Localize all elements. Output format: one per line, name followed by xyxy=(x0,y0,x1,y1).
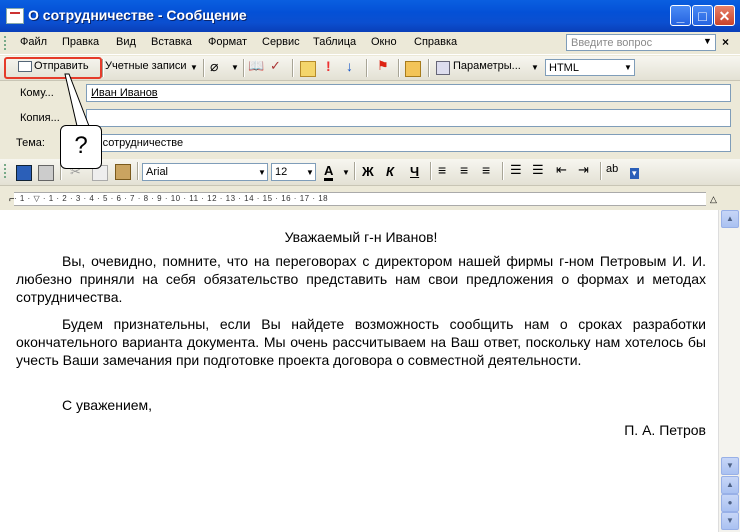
address-fields: Кому... Иван Иванов Копия... Тема: О сот… xyxy=(0,82,740,157)
subject-label: Тема: xyxy=(16,137,45,149)
toolbar-separator xyxy=(137,162,139,180)
options-icon[interactable] xyxy=(300,61,316,77)
message-format-select[interactable]: HTML xyxy=(545,59,635,76)
subject-field[interactable]: О сотрудничестве xyxy=(86,134,731,152)
vertical-scrollbar[interactable]: ▲ ▼ ▲ ● ▼ xyxy=(718,210,740,532)
address-book-icon[interactable]: 📖 xyxy=(248,58,264,74)
ask-question-input[interactable]: Введите вопрос xyxy=(566,34,716,51)
toolbar-grip[interactable] xyxy=(4,164,9,178)
scroll-up-icon[interactable]: ▲ xyxy=(721,210,739,228)
high-importance-icon[interactable]: ! xyxy=(326,58,331,74)
signature: П. А. Петров xyxy=(624,422,706,438)
align-left-icon[interactable]: ≡ xyxy=(438,162,446,178)
menu-edit[interactable]: Правка xyxy=(62,36,99,48)
decrease-indent-icon[interactable]: ⇤ xyxy=(556,162,567,178)
chevron-down-icon[interactable]: ▼ xyxy=(258,168,266,177)
minimize-button[interactable]: _ xyxy=(670,5,691,26)
toolbar-separator xyxy=(203,59,205,77)
chevron-down-icon[interactable]: ▼ xyxy=(190,63,198,72)
browse-object-icon[interactable]: ● xyxy=(721,494,739,512)
title-bar: О сотрудничестве - Сообщение _ □ ✕ xyxy=(0,0,740,32)
toolbar-separator xyxy=(398,59,400,77)
font-color-icon[interactable]: A xyxy=(324,164,334,181)
previous-page-icon[interactable]: ▲ xyxy=(721,476,739,494)
menu-tools[interactable]: Сервис xyxy=(262,36,300,48)
greeting: Уважаемый г-н Иванов! xyxy=(284,229,438,245)
style-icon[interactable]: ab xyxy=(606,163,618,175)
to-button[interactable]: Кому... xyxy=(20,87,54,99)
align-center-icon[interactable]: ≡ xyxy=(460,162,468,178)
menu-grip[interactable] xyxy=(4,36,9,50)
toolbar-separator xyxy=(428,59,430,77)
paragraph-2: Будем признательны, если Вы найдете возм… xyxy=(16,316,706,368)
paste-icon[interactable] xyxy=(115,164,131,180)
chevron-down-icon[interactable]: ▼ xyxy=(531,63,539,72)
scroll-down-icon[interactable]: ▼ xyxy=(721,457,739,475)
message-window: О сотрудничестве - Сообщение _ □ ✕ Файл … xyxy=(0,0,740,532)
menu-bar: Файл Правка Вид Вставка Формат Сервис Та… xyxy=(0,32,740,55)
toolbar-separator xyxy=(600,162,602,180)
bold-button[interactable]: Ж xyxy=(362,164,374,179)
bullet-list-icon[interactable]: ☰ xyxy=(532,162,544,178)
chevron-down-icon[interactable]: ▼ xyxy=(624,63,632,72)
right-indent-icon[interactable]: △ xyxy=(710,194,717,205)
menu-view[interactable]: Вид xyxy=(116,36,136,48)
check-names-icon[interactable]: ✓ xyxy=(270,58,281,74)
menu-file[interactable]: Файл xyxy=(20,36,47,48)
close-button[interactable]: ✕ xyxy=(714,5,735,26)
menu-insert[interactable]: Вставка xyxy=(151,36,192,48)
italic-button[interactable]: К xyxy=(386,164,394,179)
accounts-button[interactable]: Учетные записи xyxy=(105,60,187,72)
print-icon[interactable] xyxy=(38,165,54,181)
help-callout: ? xyxy=(60,125,102,169)
save-icon[interactable] xyxy=(16,165,32,181)
chevron-down-icon[interactable]: ▼ xyxy=(703,36,712,46)
low-importance-icon[interactable]: ↓ xyxy=(346,58,353,74)
paragraph-1: Вы, очевидно, помните, что на переговора… xyxy=(16,253,706,305)
callout-pointer xyxy=(64,73,90,127)
font-name-select[interactable]: Arial xyxy=(142,163,268,181)
toolbar-separator xyxy=(292,59,294,77)
folder-icon[interactable] xyxy=(405,61,421,77)
window-title: О сотрудничестве - Сообщение xyxy=(28,7,247,23)
align-right-icon[interactable]: ≡ xyxy=(482,162,490,178)
toolbar-separator xyxy=(502,162,504,180)
formatting-toolbar: ✂ Arial ▼ 12 ▼ A ▼ Ж К Ч ≡ ≡ ≡ ☰ ☰ ⇤ ⇥ a… xyxy=(0,159,740,186)
attach-icon[interactable]: ⌀ xyxy=(210,58,218,75)
options-button[interactable]: Параметры... xyxy=(453,60,521,72)
to-field[interactable]: Иван Иванов xyxy=(86,84,731,102)
toolbar-separator xyxy=(366,59,368,77)
toolbar-separator xyxy=(243,59,245,77)
toolbar-separator xyxy=(354,162,356,180)
chevron-down-icon[interactable]: ▼ xyxy=(231,63,239,72)
menu-help[interactable]: Справка xyxy=(414,36,457,48)
menu-table[interactable]: Таблица xyxy=(313,36,356,48)
menu-format[interactable]: Формат xyxy=(208,36,247,48)
closing: С уважением, xyxy=(62,397,153,413)
ruler: ⌐ · 1 · ▽ · 1 · 2 · 3 · 4 · 5 · 6 · 7 · … xyxy=(0,186,740,210)
toolbar-separator xyxy=(430,162,432,180)
chevron-down-icon[interactable]: ▼ xyxy=(342,168,350,177)
close-document-icon[interactable]: × xyxy=(722,35,729,49)
menu-window[interactable]: Окно xyxy=(371,36,397,48)
flag-icon[interactable]: ⚑ xyxy=(377,58,389,74)
underline-button[interactable]: Ч xyxy=(410,164,419,179)
maximize-button[interactable]: □ xyxy=(692,5,713,26)
toolbar-options-icon[interactable]: ▾ xyxy=(630,168,639,179)
options-doc-icon xyxy=(436,61,450,75)
chevron-down-icon[interactable]: ▼ xyxy=(306,168,314,177)
ruler-scale[interactable]: · 1 · ▽ · 1 · 2 · 3 · 4 · 5 · 6 · 7 · 8 … xyxy=(14,192,706,206)
next-page-icon[interactable]: ▼ xyxy=(721,512,739,530)
numbered-list-icon[interactable]: ☰ xyxy=(510,162,522,178)
cc-button[interactable]: Копия... xyxy=(20,112,60,124)
message-body[interactable]: Уважаемый г-н Иванов! Вы, очевидно, помн… xyxy=(0,210,718,532)
cc-field[interactable] xyxy=(86,109,731,127)
message-icon xyxy=(6,8,24,24)
increase-indent-icon[interactable]: ⇥ xyxy=(578,162,589,178)
